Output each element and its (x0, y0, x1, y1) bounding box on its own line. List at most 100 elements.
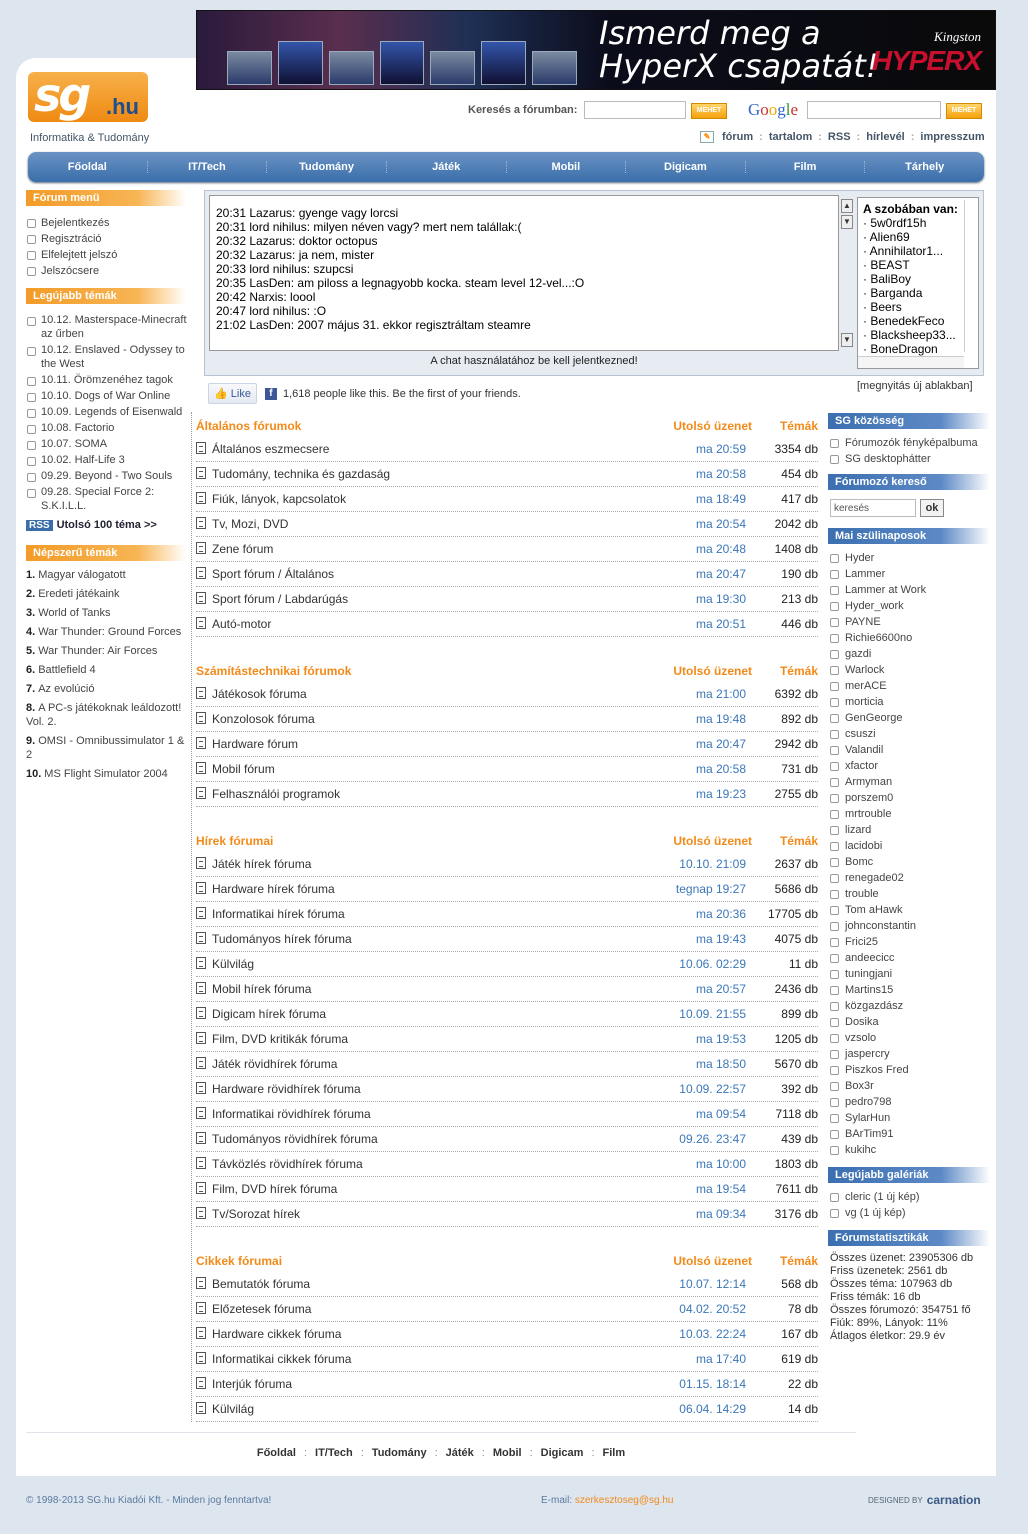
forum-search-input[interactable] (584, 101, 686, 119)
birthday-user[interactable]: Box3r (830, 1078, 990, 1094)
toplink-rss[interactable]: RSS (828, 131, 851, 143)
latest-topic[interactable]: 10.12. Enslaved - Odyssey to the West (26, 343, 188, 371)
forum-row[interactable]: Általános eszmecsere ma 20:59 3354 db (196, 437, 818, 462)
birthday-user[interactable]: Valandil (830, 742, 990, 758)
popular-topic[interactable]: 2. Eredeti játékaink (26, 587, 186, 601)
nav-mobile[interactable]: Mobil (507, 161, 627, 173)
popular-topic[interactable]: 8. A PC-s játékoknak leáldozott! Vol. 2. (26, 701, 186, 729)
popular-topic[interactable]: 4. War Thunder: Ground Forces (26, 625, 186, 639)
nav-home[interactable]: Főoldal (28, 161, 148, 173)
site-logo[interactable]: sg .hu (28, 68, 148, 127)
latest-topic[interactable]: 10.07. SOMA (26, 437, 188, 451)
birthday-user[interactable]: mrtrouble (830, 806, 990, 822)
google-search-input[interactable] (807, 101, 941, 119)
room-user[interactable]: BaliBoy (863, 272, 973, 286)
birthday-user[interactable]: BArTim91 (830, 1126, 990, 1142)
forum-row[interactable]: Film, DVD hírek fóruma ma 19:54 7611 db (196, 1177, 818, 1202)
birthday-user[interactable]: Richie6600no (830, 630, 990, 646)
birthday-user[interactable]: lacidobi (830, 838, 990, 854)
chat-scrollbar[interactable]: ▲ ▼ ▼ (841, 199, 855, 347)
latest-topic[interactable]: 10.11. Örömzenéhez tagok (26, 373, 188, 387)
forum-row[interactable]: Tudományos rövidhírek fóruma 09.26. 23:47… (196, 1127, 818, 1152)
menu-login[interactable]: Bejelentkezés (26, 215, 186, 231)
birthday-user[interactable]: jaspercry (830, 1046, 990, 1062)
nav-science[interactable]: Tudomány (267, 161, 387, 173)
forum-row[interactable]: Hardware hírek fóruma tegnap 19:27 5686 db (196, 877, 818, 902)
room-user[interactable]: BEAST (863, 258, 973, 272)
forum-row[interactable]: Sport fórum / Labdarúgás ma 19:30 213 db (196, 587, 818, 612)
birthday-user[interactable]: PAYNE (830, 614, 990, 630)
popular-topic[interactable]: 5. War Thunder: Air Forces (26, 644, 186, 658)
birthday-user[interactable]: pedro798 (830, 1094, 990, 1110)
latest-topic[interactable]: 10.09. Legends of Eisenwald (26, 405, 188, 419)
forum-row[interactable]: Film, DVD kritikák fóruma ma 19:53 1205 db (196, 1027, 818, 1052)
room-scrollbar[interactable] (964, 200, 978, 352)
toplink-forum[interactable]: fórum (722, 131, 753, 143)
birthday-user[interactable]: vzsolo (830, 1030, 990, 1046)
forum-row[interactable]: Hardware rövidhírek fóruma 10.09. 22:57 39… (196, 1077, 818, 1102)
google-search-button[interactable]: MEHET (946, 103, 982, 119)
room-user[interactable]: Barganda (863, 286, 973, 300)
forum-row[interactable]: Konzolosok fóruma ma 19:48 892 db (196, 707, 818, 732)
user-search-input[interactable] (830, 499, 916, 517)
forum-row[interactable]: Játék rövidhírek fóruma ma 18:50 5670 db (196, 1052, 818, 1077)
forum-row[interactable]: Fiúk, lányok, kapcsolatok ma 18:49 417 db (196, 487, 818, 512)
birthday-user[interactable]: Dosika (830, 1014, 990, 1030)
footer-link-games[interactable]: Játék (446, 1447, 474, 1459)
birthday-user[interactable]: merACE (830, 678, 990, 694)
ad-banner[interactable]: Ismerd meg a HyperX csapatát! Kingston HYP… (196, 10, 996, 90)
forum-row[interactable]: Mobil hírek fóruma ma 20:57 2436 db (196, 977, 818, 1002)
forum-row[interactable]: Autó-motor ma 20:51 446 db (196, 612, 818, 637)
birthday-user[interactable]: porszem0 (830, 790, 990, 806)
birthday-user[interactable]: tuningjani (830, 966, 990, 982)
user-search-button[interactable]: ok (920, 499, 944, 517)
footer-link-science[interactable]: Tudomány (372, 1447, 427, 1459)
community-link[interactable]: Fórumozók fényképalbuma (830, 435, 990, 451)
room-user[interactable]: 5w0rdf15h (863, 216, 973, 230)
forum-row[interactable]: Informatikai rövidhírek fóruma ma 09:54 71… (196, 1102, 818, 1127)
birthday-user[interactable]: Martins15 (830, 982, 990, 998)
forum-row[interactable]: Tv/Sorozat hírek ma 09:34 3176 db (196, 1202, 818, 1227)
menu-change-password[interactable]: Jelszócsere (26, 263, 186, 279)
latest-topic[interactable]: 09.29. Beyond - Two Souls (26, 469, 188, 483)
birthday-user[interactable]: Armyman (830, 774, 990, 790)
birthday-user[interactable]: renegade02 (830, 870, 990, 886)
birthday-user[interactable]: lizard (830, 822, 990, 838)
birthday-user[interactable]: johnconstantin (830, 918, 990, 934)
footer-link-mobile[interactable]: Mobil (493, 1447, 522, 1459)
birthday-user[interactable]: gazdi (830, 646, 990, 662)
forum-row[interactable]: Hardware cikkek fóruma 10.03. 22:24 167 db (196, 1322, 818, 1347)
chat-log[interactable]: 20:31 Lazarus: gyenge vagy lorcsi 20:31 … (209, 195, 839, 351)
footer-link-digicam[interactable]: Digicam (541, 1447, 584, 1459)
birthday-user[interactable]: Bomc (830, 854, 990, 870)
birthday-user[interactable]: GenGeorge (830, 710, 990, 726)
forum-row[interactable]: Tv, Mozi, DVD ma 20:54 2042 db (196, 512, 818, 537)
menu-register[interactable]: Regisztráció (26, 231, 186, 247)
scroll-up-icon[interactable]: ▲ (841, 199, 853, 213)
room-user[interactable]: Blacksheep33... (863, 328, 973, 342)
birthday-user[interactable]: Lammer (830, 566, 990, 582)
birthday-user[interactable]: Frici25 (830, 934, 990, 950)
birthday-user[interactable]: andeecicc (830, 950, 990, 966)
toplink-imprint[interactable]: impresszum (920, 131, 984, 143)
birthday-user[interactable]: Hyder (830, 550, 990, 566)
latest-topic[interactable]: 10.02. Half-Life 3 (26, 453, 188, 467)
menu-forgot-password[interactable]: Elfelejtett jelszó (26, 247, 186, 263)
designer-credit[interactable]: DESIGNED BY carnation (868, 1493, 981, 1507)
forum-row[interactable]: Előzetesek fóruma 04.02. 20:52 78 db (196, 1297, 818, 1322)
forum-row[interactable]: Zene fórum ma 20:48 1408 db (196, 537, 818, 562)
gallery-link[interactable]: vg (1 új kép) (830, 1205, 990, 1221)
chat-new-window-link[interactable]: [megnyitás új ablakban] (857, 380, 973, 392)
like-button[interactable]: 👍 Like (208, 383, 257, 404)
rss-link[interactable]: RSS Utolsó 100 téma >> (26, 519, 157, 531)
popular-topic[interactable]: 7. Az evolúció (26, 682, 186, 696)
nav-ittech[interactable]: IT/Tech (148, 161, 268, 173)
birthday-user[interactable]: xfactor (830, 758, 990, 774)
footer-link-ittech[interactable]: IT/Tech (315, 1447, 353, 1459)
scroll-end-icon[interactable]: ▼ (841, 333, 853, 347)
birthday-user[interactable]: trouble (830, 886, 990, 902)
footer-link-home[interactable]: Főoldal (257, 1447, 296, 1459)
birthday-user[interactable]: kukihc (830, 1142, 990, 1158)
toplink-newsletter[interactable]: hírlevél (866, 131, 905, 143)
forum-row[interactable]: Játék hírek fóruma 10.10. 21:09 2637 db (196, 852, 818, 877)
